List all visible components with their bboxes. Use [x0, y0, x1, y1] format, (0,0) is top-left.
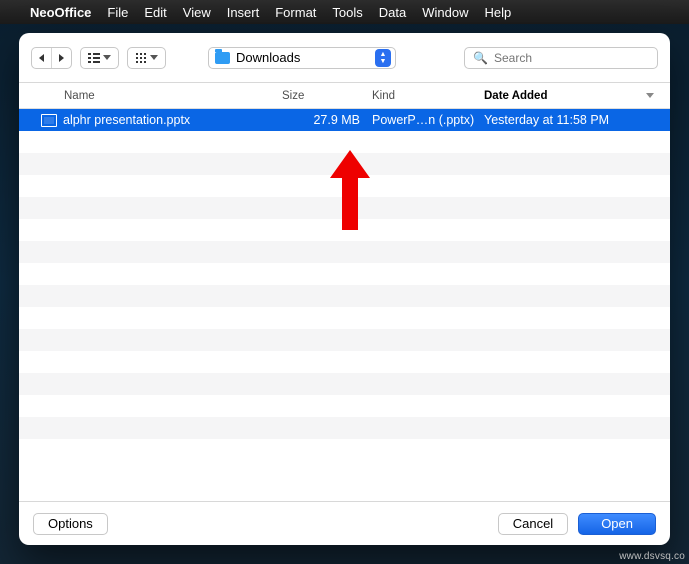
col-date-label: Date Added	[484, 90, 547, 102]
cancel-button[interactable]: Cancel	[498, 513, 568, 535]
empty-row	[19, 175, 670, 197]
empty-row	[19, 395, 670, 417]
group-by-button[interactable]	[127, 47, 166, 69]
chevron-right-icon	[59, 54, 64, 62]
empty-row	[19, 417, 670, 439]
menu-edit[interactable]: Edit	[144, 5, 166, 20]
menu-file[interactable]: File	[107, 5, 128, 20]
empty-row	[19, 285, 670, 307]
location-popup[interactable]: Downloads ▲▼	[208, 47, 396, 69]
list-view-icon	[88, 53, 100, 63]
document-icon	[41, 114, 57, 127]
chevron-down-icon	[646, 93, 654, 98]
menu-window[interactable]: Window	[422, 5, 468, 20]
watermark: www.dsvsq.co	[619, 551, 685, 562]
file-date: Yesterday at 11:58 PM	[484, 113, 654, 127]
grid-icon	[135, 52, 147, 64]
file-open-dialog: Downloads ▲▼ 🔍 Name Size Kind Date Added…	[19, 33, 670, 545]
search-icon: 🔍	[473, 51, 488, 65]
empty-row	[19, 153, 670, 175]
file-size: 27.9 MB	[282, 113, 372, 127]
empty-row	[19, 131, 670, 153]
forward-button[interactable]	[52, 48, 71, 68]
folder-icon	[215, 52, 230, 64]
chevron-down-icon	[103, 55, 111, 60]
file-row[interactable]: alphr presentation.pptx 27.9 MB PowerP…n…	[19, 109, 670, 131]
back-button[interactable]	[32, 48, 52, 68]
empty-row	[19, 373, 670, 395]
empty-row	[19, 241, 670, 263]
dialog-footer: Options Cancel Open	[19, 501, 670, 545]
menu-data[interactable]: Data	[379, 5, 406, 20]
file-list[interactable]: alphr presentation.pptx 27.9 MB PowerP…n…	[19, 109, 670, 501]
search-input[interactable]	[494, 51, 649, 65]
menu-insert[interactable]: Insert	[227, 5, 260, 20]
stepper-icon: ▲▼	[375, 49, 391, 67]
menubar: NeoOffice File Edit View Insert Format T…	[0, 0, 689, 24]
empty-row	[19, 219, 670, 241]
file-name: alphr presentation.pptx	[63, 113, 282, 127]
file-kind: PowerP…n (.pptx)	[372, 113, 484, 127]
location-label: Downloads	[236, 50, 300, 65]
menu-tools[interactable]: Tools	[332, 5, 362, 20]
empty-row	[19, 263, 670, 285]
menu-help[interactable]: Help	[484, 5, 511, 20]
col-name[interactable]: Name	[64, 90, 282, 102]
search-field[interactable]: 🔍	[464, 47, 658, 69]
open-button[interactable]: Open	[578, 513, 656, 535]
col-kind[interactable]: Kind	[372, 90, 484, 102]
col-size[interactable]: Size	[282, 90, 372, 102]
nav-buttons	[31, 47, 72, 69]
chevron-left-icon	[39, 54, 44, 62]
empty-row	[19, 351, 670, 373]
options-button[interactable]: Options	[33, 513, 108, 535]
menu-format[interactable]: Format	[275, 5, 316, 20]
col-date[interactable]: Date Added	[484, 90, 654, 102]
empty-row	[19, 439, 670, 461]
empty-row	[19, 307, 670, 329]
column-headers: Name Size Kind Date Added	[19, 83, 670, 109]
view-mode-button[interactable]	[80, 47, 119, 69]
chevron-down-icon	[150, 55, 158, 60]
empty-row	[19, 197, 670, 219]
menu-view[interactable]: View	[183, 5, 211, 20]
dialog-toolbar: Downloads ▲▼ 🔍	[19, 33, 670, 83]
empty-row	[19, 329, 670, 351]
app-name[interactable]: NeoOffice	[30, 5, 91, 20]
